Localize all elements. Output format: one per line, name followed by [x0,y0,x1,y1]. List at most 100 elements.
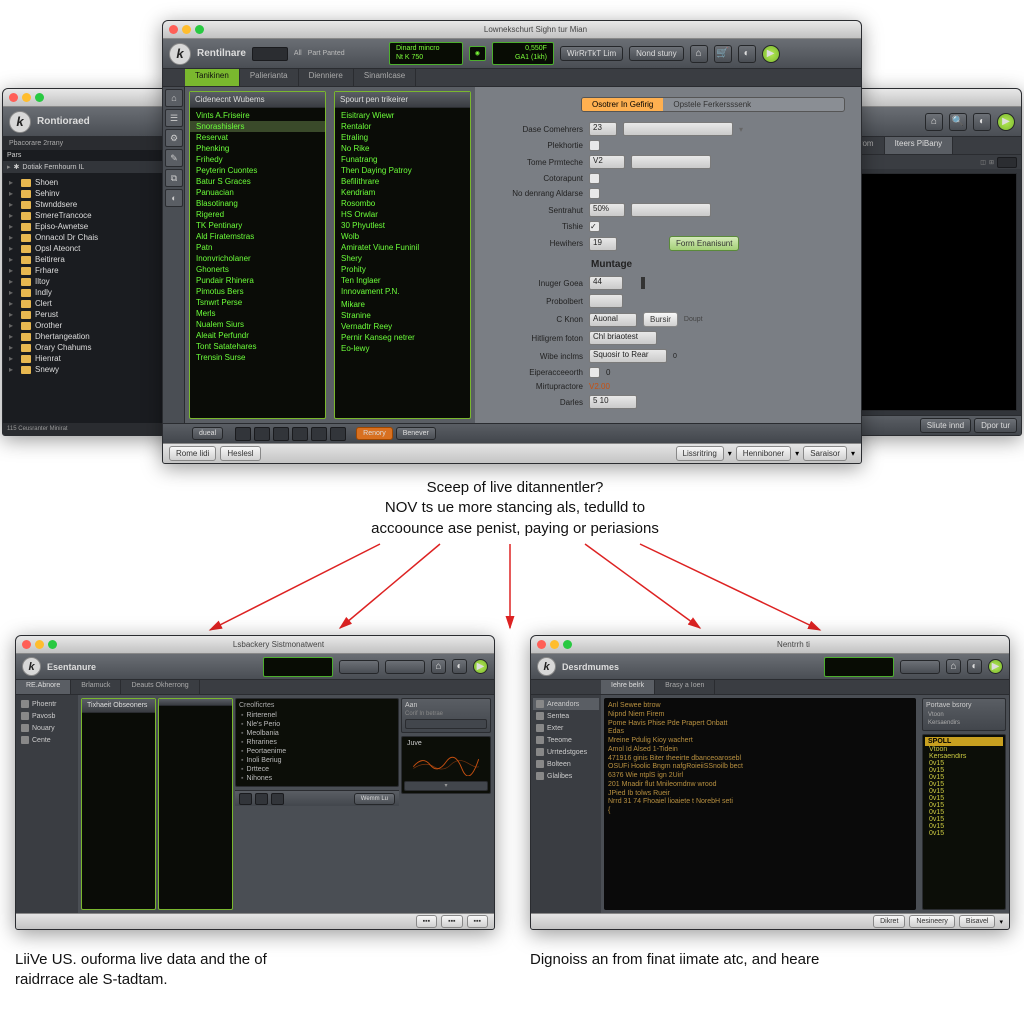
sb-r1[interactable]: Henniboner [736,446,791,461]
tbtn-rec[interactable]: Renory [356,427,393,440]
bl-colB-list[interactable] [159,706,232,909]
clist-left-item[interactable]: Patn [190,242,325,253]
tb-6[interactable] [330,427,346,441]
bl-tbtn[interactable]: Wemm Lu [354,793,395,805]
hdr-btn-0[interactable]: WirRrTkT Lim [560,46,623,61]
main-tab-3[interactable]: Sinamlcase [354,69,416,86]
strip-icon[interactable]: ⧉ [165,169,183,187]
chk-f7[interactable]: ✓ [589,221,600,232]
clist-right-item[interactable]: Kendriam [335,187,470,198]
tbtn-9[interactable]: Benever [396,427,436,440]
chk-g6[interactable] [589,367,600,378]
inp-g1[interactable]: 44 [589,276,623,290]
br-hist-item[interactable]: 0v15 [925,830,1003,837]
clist-right-item[interactable]: 30 Phyutlest [335,220,470,231]
bl-sb-2[interactable]: ▪▪▪ [467,915,488,928]
br-hist-item[interactable]: 0v15 [925,781,1003,788]
br-side-item[interactable]: Exter [533,722,599,734]
clist-left-item[interactable]: Vints A.Friseire [190,110,325,121]
br-side-item[interactable]: Bolteen [533,758,599,770]
bl-tab-2[interactable]: Deauts Okherrong [121,680,199,694]
bl-play-icon[interactable]: ▶ [473,659,488,674]
clist-left-item[interactable]: Tsnwrt Perse [190,297,325,308]
br-sb-2[interactable]: Bisavel [959,915,996,928]
hdr-btn-1[interactable]: Nond stuny [629,46,683,61]
bl-tb[interactable] [271,793,284,805]
clist-right-item[interactable]: Funatrang [335,154,470,165]
clist-left-item[interactable]: Trensin Surse [190,352,325,363]
inp-g5[interactable]: Squosir to Rear [589,349,667,363]
inp-f3[interactable]: V2 [589,155,625,169]
br-sb-1[interactable]: Nesineery [909,915,955,928]
main-tab-1[interactable]: Palierianta [240,69,299,86]
clist-left-item[interactable]: Nualem Siurs [190,319,325,330]
br-side-item[interactable]: Glalibes [533,770,599,782]
clist-left-item[interactable]: Merls [190,308,325,319]
bgr-home-icon[interactable]: ⌂ [925,113,943,131]
home-icon[interactable]: ⌂ [690,45,708,63]
inp-f1[interactable]: 23 [589,122,617,136]
bgr-btn-1[interactable]: Dpor tur [974,418,1017,433]
bl-bulb-icon[interactable]: ◐ [452,659,467,674]
clist-left-item[interactable]: Aleait Perfundr [190,330,325,341]
zoom-icon[interactable] [195,25,204,34]
bl-list-item[interactable]: ▪Rirterenel [239,711,395,720]
bl-list-item[interactable]: ▪Inoli Beriug [239,756,395,765]
clist-right-item[interactable]: Innovament P.N. [335,286,470,297]
bl-list-item[interactable]: ▪Rhrarines [239,738,395,747]
br-hist-item[interactable]: 0v15 [925,809,1003,816]
cart-icon[interactable]: 🛒 [714,45,732,63]
br-sidebar[interactable]: AreandorsSenteaExterTeeomeUrrtedstgoesBo… [531,695,601,913]
clist-right-item[interactable]: Stranine [335,310,470,321]
tbtn-0[interactable]: dueal [192,427,223,440]
chk-f4[interactable] [589,173,600,184]
tb-3[interactable] [273,427,289,441]
bl-colB-item[interactable] [159,746,232,748]
chk-f5[interactable] [589,188,600,199]
bl-list-item[interactable]: ▪Nihones [239,774,395,783]
clist-left-item[interactable]: Ghonerts [190,264,325,275]
sb-l1[interactable]: Heslesl [220,446,260,461]
clist-right-item[interactable]: Eisitrary Wiewr [335,110,470,121]
play-icon[interactable]: ▶ [762,45,780,63]
bl-tb[interactable] [239,793,252,805]
bl-side-item[interactable]: Phoentr [18,698,76,710]
clist-left-item[interactable]: Frihedy [190,154,325,165]
clist-right-item[interactable]: Then Daying Patroy [335,165,470,176]
inp-g3[interactable]: Auonal [589,313,637,327]
clist-right-item[interactable]: Befilithrare [335,176,470,187]
clist-right-item[interactable]: Rentalor [335,121,470,132]
tb-5[interactable] [311,427,327,441]
inp-f6[interactable]: 50% [589,203,625,217]
sb-r2[interactable]: Saraisor [803,446,847,461]
bl-hbtn-1[interactable] [385,660,425,674]
minimize-icon[interactable] [182,25,191,34]
clist-right-item[interactable]: Amiratet Viune Funinil [335,242,470,253]
bl-colA-list[interactable] [82,713,155,909]
strip-icon[interactable]: ⌂ [165,89,183,107]
br-sb-0[interactable]: Dikret [873,915,905,928]
clist-right-item[interactable]: Shery [335,253,470,264]
br-home-icon[interactable]: ⌂ [946,659,961,674]
main-tab-0[interactable]: Tanikinen [185,69,240,86]
bgr-bulb-icon[interactable]: ◐ [973,113,991,131]
clist-right-item[interactable]: Pernir Kanseg netrer [335,332,470,343]
clist-left-item[interactable]: TK Pentinary [190,220,325,231]
clist-left-item[interactable]: Panuacian [190,187,325,198]
form-tab-a[interactable]: Osotrer In Gefirig [582,98,663,111]
form-enable-button[interactable]: Form Enanisunt [669,236,739,251]
bl-tab-1[interactable]: Brlamuck [71,680,121,694]
br-side-item[interactable]: Sentea [533,710,599,722]
clist-right-item[interactable]: HS Orwlar [335,209,470,220]
clist-left-item[interactable]: Peyterin Cuontes [190,165,325,176]
clist-right-item[interactable]: Wolb [335,231,470,242]
br-bulb-icon[interactable]: ◐ [967,659,982,674]
tb-1[interactable] [235,427,251,441]
br-hist-item[interactable]: 0v15 [925,774,1003,781]
clist-right-item[interactable]: Etraling [335,132,470,143]
bl-sb-0[interactable]: ▪▪▪ [416,915,437,928]
clist-left-item[interactable]: Phenking [190,143,325,154]
clist-left-item[interactable]: Rigered [190,209,325,220]
bulb-icon[interactable]: ◐ [738,45,756,63]
bl-home-icon[interactable]: ⌂ [431,659,446,674]
